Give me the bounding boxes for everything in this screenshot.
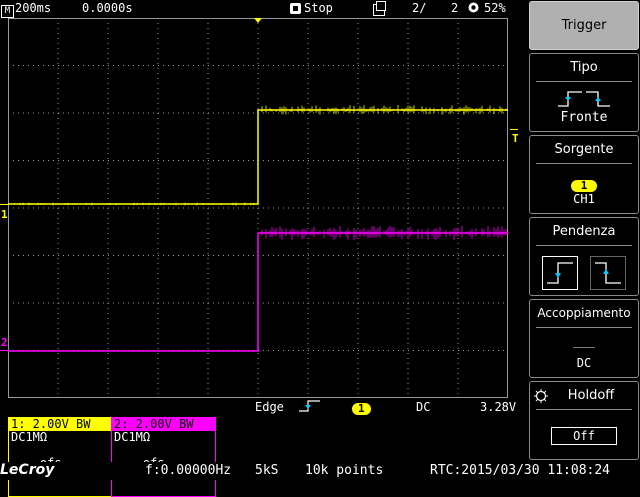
ch2-trace (8, 232, 508, 352)
history-page: 2/ (412, 1, 427, 15)
edge-type-icon (558, 91, 610, 107)
status-bar: M 200ms 0.0000s Stop 2/ 2 52% (0, 0, 527, 18)
holdoff-value-box[interactable]: Off (551, 427, 617, 445)
menu-source-button[interactable]: Sorgente 1 CH1 (529, 135, 639, 214)
timebase-readout[interactable]: M 200ms (1, 1, 51, 18)
history-total: 2 (451, 1, 459, 15)
frequency-readout: f:0.00000Hz (145, 463, 232, 478)
ch2-info-box[interactable]: 2: 2.00V BW DC1MΩ ofs -6.00V (111, 417, 216, 497)
trigger-level: 3.28V (480, 400, 517, 414)
rising-edge-icon (298, 399, 322, 416)
brand-logo: LeCroy (0, 462, 55, 478)
ch1-trace (8, 109, 508, 205)
ch2-marker-line (0, 350, 8, 351)
coupling-label: Accoppiamento (537, 306, 631, 320)
waveform-display[interactable] (8, 18, 508, 398)
sample-rate: 5kS (255, 463, 279, 478)
dc-coupling-symbol: ___ (573, 334, 595, 348)
rtc-clock: RTC:2015/03/30 11:08:24 (430, 463, 611, 478)
trigger-level-line (510, 129, 518, 130)
menu-coupling-button[interactable]: Accoppiamento ___ DC (529, 299, 639, 378)
ch1-ground-marker[interactable]: 1 (1, 208, 8, 221)
rising-slope-icon[interactable] (542, 256, 578, 290)
ch1-coupling: DC1MΩ (11, 430, 48, 444)
trigger-type: Edge (255, 400, 284, 414)
stop-icon (290, 3, 301, 14)
menu-title-trigger[interactable]: Trigger (529, 1, 639, 50)
trigger-level-marker[interactable]: T (512, 132, 519, 145)
slope-label: Pendenza (552, 224, 616, 239)
ch2-ground-marker[interactable]: 2 (1, 336, 8, 349)
coupling-value: DC (576, 356, 592, 370)
source-label: Sorgente (554, 142, 614, 157)
trigger-info-line: Edge 1 DC 3.28V (255, 399, 517, 416)
ch1-noise (8, 105, 507, 206)
run-stop-indicator[interactable]: Stop (290, 1, 333, 15)
menu-holdoff-button[interactable]: Holdoff Off (529, 381, 639, 460)
source-pill-wrap: 1 (568, 174, 600, 193)
trigger-coupling: DC (416, 400, 431, 414)
horizontal-mode-icon: M (1, 5, 14, 18)
history-icon[interactable] (373, 1, 389, 17)
menu-slope-button[interactable]: Pendenza (529, 217, 639, 296)
record-length: 10k points (305, 463, 384, 478)
ch1-info-box[interactable]: 1: 2.00V BW DC1MΩ ofs 0.00V (8, 417, 112, 497)
trigger-delay-readout[interactable]: 0.0000s (82, 1, 133, 15)
footer-bar: LeCroy f:0.00000Hz 5kS 10k points RTC:20… (0, 462, 640, 480)
battery-level: 52% (484, 1, 506, 15)
type-label: Tipo (570, 60, 598, 75)
holdoff-value: Off (573, 429, 595, 443)
type-value: Fronte (560, 110, 608, 125)
trigger-position-marker[interactable] (254, 18, 262, 23)
menu-type-button[interactable]: Tipo Fronte (529, 53, 639, 132)
source-pill: 1 (570, 180, 598, 192)
source-value: CH1 (573, 192, 595, 206)
holdoff-label: Holdoff (567, 388, 615, 403)
menu-title-label: Trigger (561, 18, 607, 33)
ch2-coupling: DC1MΩ (114, 430, 151, 444)
ch1-marker-line (0, 204, 8, 205)
falling-slope-icon[interactable] (590, 256, 626, 290)
battery-icon (467, 1, 480, 17)
